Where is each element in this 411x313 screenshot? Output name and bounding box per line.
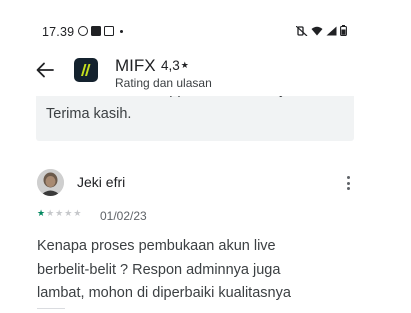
header-subtitle: Rating dan ulasan [115, 76, 212, 90]
status-bar: 17.39 [0, 0, 411, 39]
star-icon: ★ [180, 59, 189, 70]
reviewer-name: Jeki efri [77, 174, 126, 190]
wifi-icon [311, 26, 323, 35]
mute-vibrate-icon [296, 25, 308, 36]
review-date: 01/02/23 [100, 209, 147, 223]
app-logo [74, 58, 98, 82]
star-empty-icon: ★ [46, 208, 55, 218]
star-filled-icon: ★ [37, 208, 46, 218]
divider [37, 308, 65, 309]
review-text-line: lambat, mohon di diperbaiki kualitasnya [37, 285, 291, 301]
star-empty-icon: ★ [73, 208, 82, 218]
developer-reply-line: Terima kasih. [46, 105, 132, 122]
reviewer-avatar [37, 169, 64, 196]
app-rating: 4,3★ [161, 58, 189, 73]
signal-icon [326, 26, 337, 35]
review-text-line: berbelit-belit ? Respon adminnya juga [37, 261, 281, 278]
app-header: MIFX 4,3★ Rating dan ulasan [0, 44, 411, 96]
app-name: MIFX [115, 56, 156, 75]
app-notification-icon [104, 26, 114, 36]
sync-notification-icon [78, 26, 88, 36]
more-notifications-dot-icon [120, 29, 123, 33]
status-time: 17.39 [42, 25, 75, 39]
battery-icon [340, 25, 347, 36]
more-options-icon[interactable] [342, 174, 354, 192]
star-empty-icon: ★ [64, 208, 73, 218]
app-rating-value: 4,3 [161, 57, 180, 73]
system-icons [296, 25, 347, 36]
review-text: Kenapa proses pembukaan akun live berbel… [37, 235, 337, 306]
chat-notification-icon [91, 26, 101, 36]
review-text-line: Kenapa proses pembukaan akun live [37, 238, 276, 254]
star-empty-icon: ★ [55, 208, 64, 218]
notification-icons [78, 26, 123, 36]
back-arrow-icon[interactable] [36, 62, 54, 78]
review-star-rating: ★ ★ ★ ★ ★ [37, 208, 81, 219]
